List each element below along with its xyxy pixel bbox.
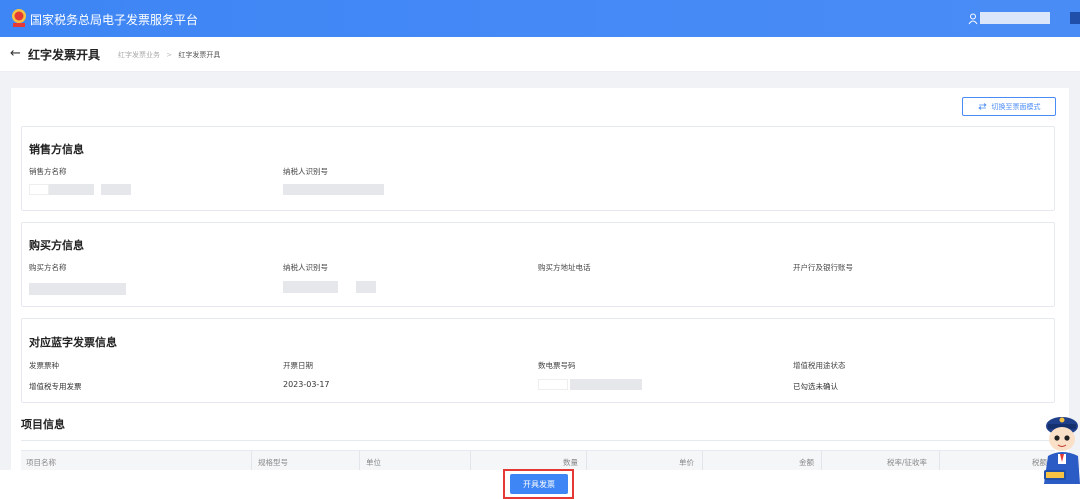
seller-name-redacted	[49, 184, 94, 195]
column-header-tax-rate: 税率/征收率	[887, 458, 928, 467]
user-menu-redacted[interactable]	[1070, 12, 1080, 24]
main-content: 切换至票面模式 销售方信息 销售方名称 纳税人识别号 购买方信息 购买方名称 纳…	[11, 88, 1069, 499]
buyer-info-title: 购买方信息	[29, 239, 84, 252]
invoice-date-value: 2023-03-17	[283, 380, 330, 389]
seller-tax-id-label: 纳税人识别号	[283, 167, 328, 176]
column-divider	[939, 451, 940, 471]
column-divider	[702, 451, 703, 471]
seller-info-card: 销售方信息 销售方名称 纳税人识别号	[21, 126, 1055, 211]
invoice-number-redacted	[538, 379, 568, 390]
items-table-header: 项目名称 规格型号 单位 数量 单价 金额 税率/征收率 税额	[21, 450, 1055, 471]
user-name-redacted[interactable]	[980, 12, 1050, 24]
invoice-number-label: 数电票号码	[538, 361, 576, 370]
swap-icon	[977, 103, 987, 110]
column-header-quantity: 数量	[563, 458, 578, 467]
column-divider	[251, 451, 252, 471]
breadcrumb: 红字发票业务 > 红字发票开具	[118, 50, 220, 60]
arrow-left-icon[interactable]: ←	[10, 46, 21, 61]
column-divider	[470, 451, 471, 471]
invoice-number-redacted	[570, 379, 642, 390]
platform-title: 国家税务总局电子发票服务平台	[30, 13, 199, 27]
column-divider	[821, 451, 822, 471]
top-bar: 国家税务总局电子发票服务平台	[0, 0, 1080, 37]
column-header-unit: 单位	[366, 458, 381, 467]
user-icon[interactable]	[968, 13, 978, 25]
buyer-name-redacted	[29, 283, 126, 295]
breadcrumb-separator: >	[166, 51, 173, 59]
column-divider	[359, 451, 360, 471]
seller-name-redacted	[101, 184, 131, 195]
column-divider	[586, 451, 587, 471]
buyer-tax-id-redacted	[283, 281, 338, 293]
breadcrumb-item-current: 红字发票开具	[178, 51, 221, 59]
seller-info-title: 销售方信息	[29, 143, 84, 156]
assistant-mascot-icon[interactable]	[1040, 412, 1080, 484]
column-header-amount: 金额	[799, 458, 814, 467]
buyer-tax-id-label: 纳税人识别号	[283, 263, 328, 272]
seller-name-redacted	[29, 184, 49, 195]
seller-tax-id-redacted	[283, 184, 384, 195]
invoice-type-label: 发票票种	[29, 361, 59, 370]
column-header-spec-model: 规格型号	[258, 458, 288, 467]
buyer-tax-id-redacted	[356, 281, 376, 293]
highlight-box	[503, 469, 574, 499]
buyer-address-phone-label: 购买方地址电话	[538, 263, 591, 272]
vat-usage-status-value: 已勾选未确认	[793, 382, 838, 391]
invoice-date-label: 开票日期	[283, 361, 313, 370]
page-title: 红字发票开具	[28, 48, 101, 62]
seller-name-label: 销售方名称	[29, 167, 67, 176]
invoice-type-value: 增值税专用发票	[29, 382, 82, 391]
items-info-title: 项目信息	[21, 418, 65, 431]
buyer-bank-account-label: 开户行及银行账号	[793, 263, 853, 272]
divider	[21, 440, 1055, 441]
breadcrumb-item-red-invoice-business[interactable]: 红字发票业务	[118, 51, 160, 59]
buyer-info-card: 购买方信息 购买方名称 纳税人识别号 购买方地址电话 开户行及银行账号	[21, 222, 1055, 307]
buyer-name-label: 购买方名称	[29, 263, 67, 272]
column-header-unit-price: 单价	[679, 458, 694, 467]
switch-to-invoice-view-button[interactable]: 切换至票面模式	[962, 97, 1056, 116]
vat-usage-status-label: 增值税用途状态	[793, 361, 846, 370]
switch-button-label: 切换至票面模式	[991, 102, 1041, 111]
blue-invoice-info-card: 对应蓝字发票信息 发票票种 增值税专用发票 开票日期 2023-03-17 数电…	[21, 318, 1055, 403]
page-header: ← 红字发票开具 红字发票业务 > 红字发票开具	[0, 37, 1080, 72]
column-header-item-name: 项目名称	[26, 458, 56, 467]
blue-invoice-info-title: 对应蓝字发票信息	[29, 336, 117, 349]
tax-emblem-icon	[12, 9, 26, 27]
